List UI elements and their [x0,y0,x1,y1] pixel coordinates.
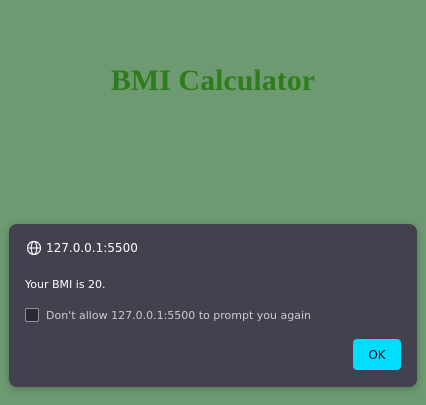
dialog-message: Your BMI is 20. [25,278,106,291]
dialog-origin: 127.0.0.1:5500 [26,240,138,256]
dialog-origin-text: 127.0.0.1:5500 [46,241,138,255]
suppress-prompts-checkbox[interactable] [25,308,39,322]
ok-button[interactable]: OK [353,339,401,370]
page-title: BMI Calculator [110,64,316,97]
alert-dialog: 127.0.0.1:5500 Your BMI is 20. Don't all… [9,224,417,387]
suppress-prompts-label[interactable]: Don't allow 127.0.0.1:5500 to prompt you… [46,309,311,322]
suppress-prompts-option[interactable]: Don't allow 127.0.0.1:5500 to prompt you… [25,308,311,322]
globe-icon [26,240,42,256]
